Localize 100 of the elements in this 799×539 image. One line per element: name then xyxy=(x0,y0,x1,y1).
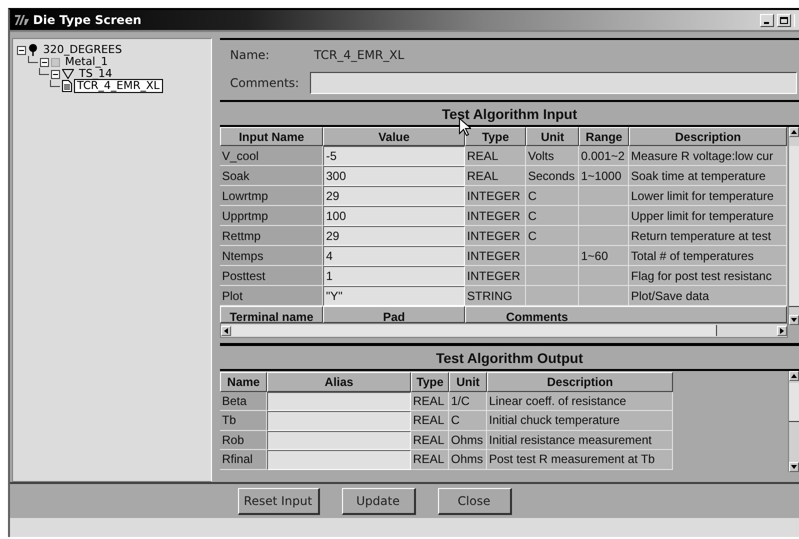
table-cell: Beta xyxy=(220,392,267,411)
expander-icon[interactable] xyxy=(40,58,49,66)
table-cell xyxy=(526,266,579,286)
maximize-button[interactable] xyxy=(777,14,791,26)
table-cell: V_cool xyxy=(220,146,323,166)
horizontal-scrollbar[interactable] xyxy=(220,323,788,338)
minimize-button[interactable] xyxy=(760,14,774,26)
table-cell: Measure R voltage:low cur xyxy=(629,146,787,166)
column-header[interactable]: Unit xyxy=(526,127,579,146)
alias-field[interactable] xyxy=(267,450,411,470)
table-cell xyxy=(579,206,629,226)
tree-item[interactable]: TS_14 xyxy=(76,67,116,81)
section-title: Test Algorithm Output xyxy=(435,348,584,368)
scroll-right-button[interactable] xyxy=(777,326,787,336)
value-field[interactable]: 4 xyxy=(323,246,465,266)
value-field[interactable]: 300 xyxy=(323,166,465,186)
column-header[interactable]: Value xyxy=(323,127,465,146)
comments-field[interactable] xyxy=(310,72,797,94)
table-cell: Upper limit for temperature xyxy=(629,206,787,226)
table-cell: Return temperature at test xyxy=(629,226,787,246)
scroll-down-button[interactable] xyxy=(789,315,799,325)
column-header[interactable]: Type xyxy=(411,372,449,392)
vertical-scrollbar[interactable] xyxy=(788,371,799,472)
alias-field[interactable] xyxy=(267,392,411,411)
table-cell: Soak time at temperature xyxy=(629,166,787,186)
tree-item[interactable]: Metal_1 xyxy=(62,55,111,69)
table-cell: Linear coeff. of resistance xyxy=(487,392,673,411)
column-header[interactable]: Type xyxy=(465,127,526,146)
table-cell: REAL xyxy=(411,450,449,470)
value-field[interactable]: 1 xyxy=(323,266,465,286)
scroll-down-button[interactable] xyxy=(789,462,799,472)
vertical-scrollbar[interactable] xyxy=(788,127,799,325)
table-cell: Initial resistance measurement xyxy=(487,430,673,450)
table-cell: C xyxy=(526,206,579,226)
scroll-thumb[interactable] xyxy=(789,146,799,306)
app-icon xyxy=(14,14,30,26)
table-cell: REAL xyxy=(411,411,449,430)
scroll-left-button[interactable] xyxy=(221,326,231,336)
table-cell: Posttest xyxy=(220,266,323,286)
table-cell: C xyxy=(449,411,487,430)
table-cell: 1~1000 xyxy=(579,166,629,186)
column-header[interactable]: Description xyxy=(629,127,787,146)
window-title: Die Type Screen xyxy=(33,13,142,27)
table-cell: Plot xyxy=(220,286,323,306)
column-header[interactable]: Input Name xyxy=(220,127,323,146)
tree-item[interactable]: TCR_4_EMR_XL xyxy=(74,79,163,93)
column-header[interactable]: Description xyxy=(487,372,673,392)
pin-icon xyxy=(28,44,38,56)
table-cell: INTEGER xyxy=(465,246,526,266)
table-cell: Total # of temperatures xyxy=(629,246,787,266)
alias-field[interactable] xyxy=(267,411,411,430)
section-title: Test Algorithm Input xyxy=(440,104,578,124)
value-field[interactable]: "Y" xyxy=(323,286,465,306)
table-cell: 1/C xyxy=(449,392,487,411)
table-cell: Lowrtmp xyxy=(220,186,323,206)
table-cell: REAL xyxy=(465,166,526,186)
table-cell: INTEGER xyxy=(465,226,526,246)
table-cell xyxy=(526,286,579,306)
alias-field[interactable] xyxy=(267,430,411,450)
column-header[interactable]: Alias xyxy=(267,372,411,392)
table-cell: Rettmp xyxy=(220,226,323,246)
table-cell: Rob xyxy=(220,430,267,450)
table-cell: Rfinal xyxy=(220,450,267,470)
scroll-thumb[interactable] xyxy=(232,325,717,336)
column-header[interactable]: Unit xyxy=(449,372,487,392)
column-header[interactable]: Comments xyxy=(465,306,787,323)
table-cell: Soak xyxy=(220,166,323,186)
table-cell: REAL xyxy=(411,430,449,450)
scroll-thumb[interactable] xyxy=(789,383,799,422)
value-field[interactable]: -5 xyxy=(323,146,465,166)
table-cell: INTEGER xyxy=(465,186,526,206)
table-cell: C xyxy=(526,226,579,246)
value-field[interactable]: 29 xyxy=(323,186,465,206)
dialog-button[interactable]: Update xyxy=(342,488,416,514)
expander-icon[interactable] xyxy=(51,70,60,78)
table-cell xyxy=(579,226,629,246)
tree-item[interactable]: 320_DEGREES xyxy=(40,43,125,57)
dialog-button[interactable]: Reset Input xyxy=(238,488,320,514)
table-cell: Ohms xyxy=(449,450,487,470)
table-cell: Upprtmp xyxy=(220,206,323,226)
table-cell xyxy=(526,246,579,266)
square-icon xyxy=(51,58,60,66)
expander-icon[interactable] xyxy=(17,46,26,54)
table-cell: Volts xyxy=(526,146,579,166)
column-header[interactable]: Name xyxy=(220,372,267,392)
scroll-up-button[interactable] xyxy=(789,127,799,137)
table-cell: REAL xyxy=(411,392,449,411)
table-cell: Post test R measurement at Tb xyxy=(487,450,673,470)
table-cell: Ohms xyxy=(449,430,487,450)
column-header[interactable]: Pad xyxy=(323,306,465,323)
dialog-button[interactable]: Close xyxy=(438,488,512,514)
field-label: Comments: xyxy=(230,76,300,90)
table-cell: 0.001~2 xyxy=(579,146,629,166)
table-cell: Seconds xyxy=(526,166,579,186)
column-header[interactable]: Terminal name xyxy=(220,306,323,323)
value-field[interactable]: 100 xyxy=(323,206,465,226)
scroll-up-button[interactable] xyxy=(789,371,799,381)
table-cell: Flag for post test resistanc xyxy=(629,266,787,286)
value-field[interactable]: 29 xyxy=(323,226,465,246)
column-header[interactable]: Range xyxy=(579,127,629,146)
